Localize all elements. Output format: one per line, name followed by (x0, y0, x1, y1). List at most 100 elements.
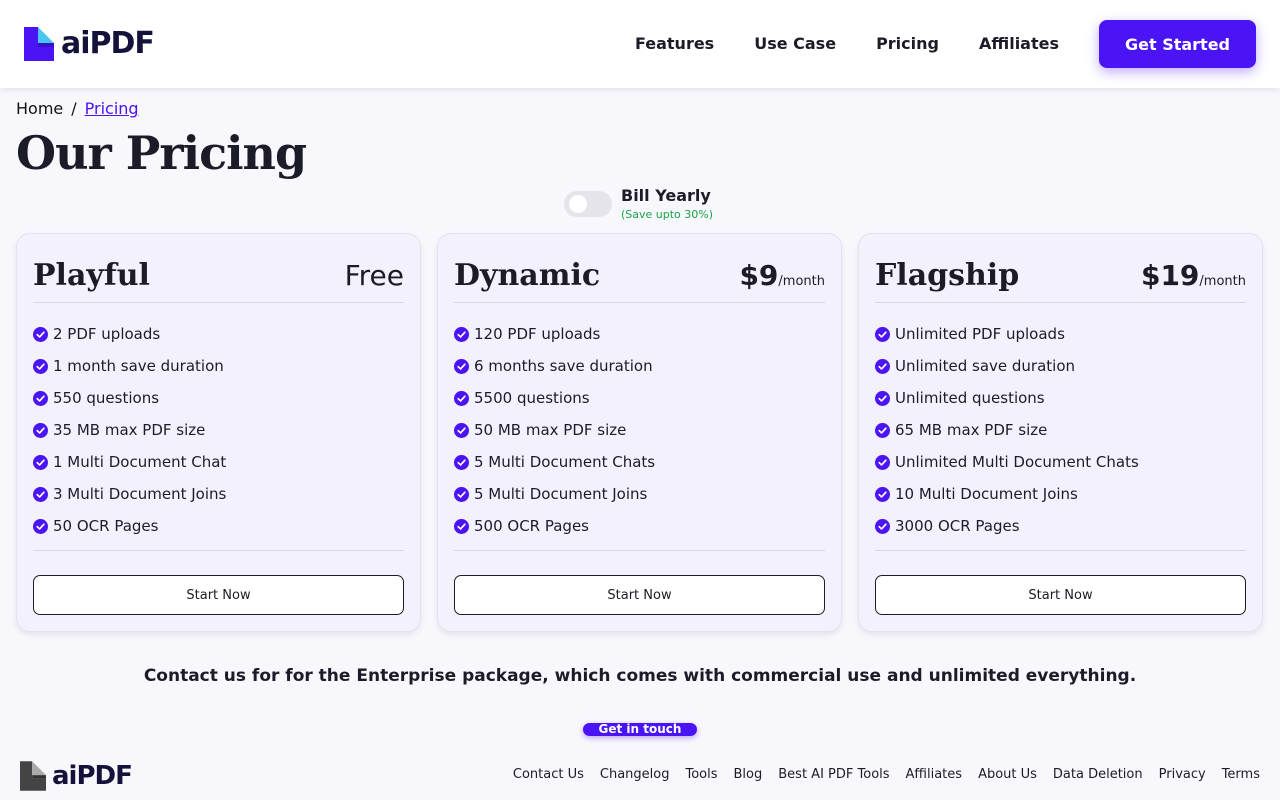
price-amount: Free (344, 258, 404, 292)
enterprise-note: Contact us for for the Enterprise packag… (143, 666, 1137, 686)
logo[interactable]: aiPDF (24, 26, 155, 61)
footer-link-terms[interactable]: Terms (1222, 767, 1260, 782)
main-nav: Features Use Case Pricing Affiliates Get… (635, 20, 1256, 68)
feature-list: Unlimited PDF uploads Unlimited save dur… (875, 318, 1139, 542)
footer-link-data-deletion[interactable]: Data Deletion (1053, 767, 1143, 782)
feature-text: 5 Multi Document Joins (474, 485, 648, 503)
feature-text: 1 month save duration (53, 357, 224, 375)
check-circle-icon (33, 422, 48, 438)
start-now-button[interactable]: Start Now (33, 575, 404, 615)
logo-text: aiPDF (61, 26, 155, 61)
start-now-button[interactable]: Start Now (875, 575, 1246, 615)
price-amount: $19 (1140, 258, 1200, 292)
feature-text: 35 MB max PDF size (53, 421, 206, 439)
footer-link-blog[interactable]: Blog (734, 767, 763, 782)
nav-pricing[interactable]: Pricing (876, 20, 939, 68)
breadcrumb-current[interactable]: Pricing (85, 99, 139, 118)
feature-text: 10 Multi Document Joins (895, 485, 1078, 503)
footer-logo[interactable]: aiPDF (20, 761, 133, 791)
breadcrumb-home[interactable]: Home (16, 99, 63, 118)
check-circle-icon (33, 518, 48, 534)
price-amount: $9 (739, 258, 779, 292)
footer-link-best-ai-pdf-tools[interactable]: Best AI PDF Tools (778, 767, 889, 782)
breadcrumb: Home / Pricing (16, 99, 139, 118)
divider (454, 302, 825, 303)
feature-text: 3000 OCR Pages (895, 517, 1020, 535)
check-circle-icon (33, 358, 48, 374)
feature-item: 5 Multi Document Joins (454, 478, 655, 510)
bill-yearly-toggle[interactable] (564, 191, 612, 217)
feature-item: 50 OCR Pages (33, 510, 226, 542)
feature-text: 65 MB max PDF size (895, 421, 1048, 439)
plan-header: Flagship $19/month (875, 248, 1246, 302)
footer-link-tools[interactable]: Tools (685, 767, 717, 782)
plan-card-flagship: Flagship $19/month Unlimited PDF uploads… (858, 233, 1263, 632)
feature-item: Unlimited save duration (875, 350, 1139, 382)
feature-text: 2 PDF uploads (53, 325, 161, 343)
feature-text: Unlimited save duration (895, 357, 1075, 375)
get-started-button[interactable]: Get Started (1099, 20, 1256, 68)
feature-item: 6 months save duration (454, 350, 655, 382)
toggle-knob (569, 195, 587, 213)
footer-logo-text: aiPDF (52, 761, 133, 791)
price-period: /month (1199, 273, 1246, 289)
plan-price: $9/month (739, 259, 825, 292)
footer-link-changelog[interactable]: Changelog (600, 767, 670, 782)
feature-text: Unlimited PDF uploads (895, 325, 1065, 343)
feature-item: 50 MB max PDF size (454, 414, 655, 446)
plan-card-playful: Playful Free 2 PDF uploads 1 month save … (16, 233, 421, 632)
feature-item: Unlimited Multi Document Chats (875, 446, 1139, 478)
feature-text: 50 OCR Pages (53, 517, 159, 535)
plan-price: Free (345, 259, 404, 292)
feature-item: 1 Multi Document Chat (33, 446, 226, 478)
feature-text: 120 PDF uploads (474, 325, 601, 343)
plan-name: Dynamic (454, 257, 601, 293)
feature-item: 5 Multi Document Chats (454, 446, 655, 478)
plan-price: $19/month (1141, 259, 1246, 292)
footer-link-about-us[interactable]: About Us (978, 767, 1037, 782)
feature-item: 65 MB max PDF size (875, 414, 1139, 446)
feature-text: 1 Multi Document Chat (53, 453, 227, 471)
nav-use-case[interactable]: Use Case (754, 20, 836, 68)
feature-item: 10 Multi Document Joins (875, 478, 1139, 510)
document-icon (20, 761, 46, 791)
feature-text: 550 questions (53, 389, 160, 407)
feature-text: 3 Multi Document Joins (53, 485, 227, 503)
check-circle-icon (875, 422, 890, 438)
check-circle-icon (875, 486, 890, 502)
billing-text: Bill Yearly (Save upto 30%) (621, 186, 713, 224)
feature-item: 120 PDF uploads (454, 318, 655, 350)
nav-features[interactable]: Features (635, 20, 714, 68)
divider (454, 550, 825, 551)
divider (875, 550, 1246, 551)
footer-link-contact-us[interactable]: Contact Us (513, 767, 584, 782)
page-title: Our Pricing (16, 126, 307, 180)
check-circle-icon (454, 454, 469, 470)
footer-link-privacy[interactable]: Privacy (1159, 767, 1206, 782)
check-circle-icon (33, 326, 48, 342)
get-in-touch-button[interactable]: Get in touch (583, 723, 697, 736)
feature-item: 1 month save duration (33, 350, 226, 382)
footer-link-affiliates[interactable]: Affiliates (906, 767, 963, 782)
feature-item: 550 questions (33, 382, 226, 414)
feature-item: 500 OCR Pages (454, 510, 655, 542)
feature-text: Unlimited questions (895, 389, 1045, 407)
check-circle-icon (454, 422, 469, 438)
feature-item: 35 MB max PDF size (33, 414, 226, 446)
plan-name: Playful (33, 257, 150, 293)
divider (33, 302, 404, 303)
check-circle-icon (454, 486, 469, 502)
breadcrumb-separator: / (71, 99, 77, 118)
check-circle-icon (33, 390, 48, 406)
feature-item: 2 PDF uploads (33, 318, 226, 350)
start-now-button[interactable]: Start Now (454, 575, 825, 615)
feature-text: 500 OCR Pages (474, 517, 589, 535)
feature-text: 50 MB max PDF size (474, 421, 627, 439)
check-circle-icon (454, 518, 469, 534)
check-circle-icon (33, 454, 48, 470)
feature-list: 2 PDF uploads 1 month save duration 550 … (33, 318, 226, 542)
document-icon (24, 27, 54, 61)
save-note: (Save upto 30%) (621, 208, 714, 221)
nav-affiliates[interactable]: Affiliates (979, 20, 1059, 68)
feature-text: Unlimited Multi Document Chats (895, 453, 1139, 471)
